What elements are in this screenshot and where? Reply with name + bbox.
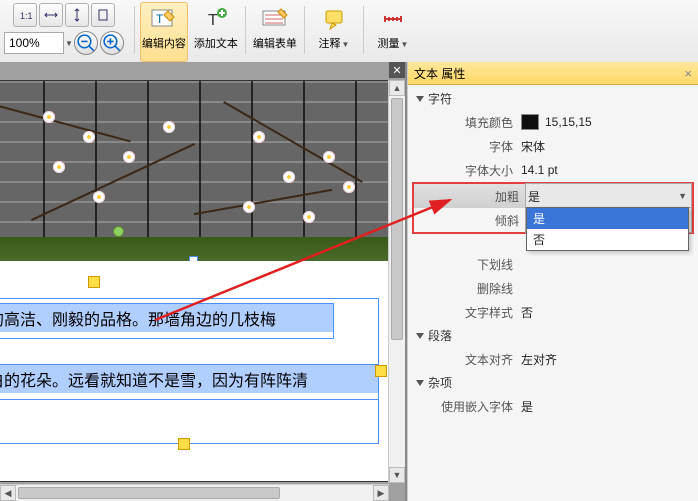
zoom-in-button[interactable] [100,31,124,55]
row-font[interactable]: 字体 宋体 [408,134,698,158]
row-bold-highlighted: 加粗 是▼ 倾斜 是 否 [412,182,694,234]
row-strikethrough[interactable]: 删除线 [408,276,698,300]
italic-dropdown[interactable]: 是 否 [526,207,689,251]
row-text-style[interactable]: 文字样式 否 [408,300,698,324]
document-page[interactable]: 的高洁、刚毅的品格。那墙角边的几枝梅 白的花朵。远看就知道不是雪，因为有阵阵清 [0,80,394,482]
row-bold[interactable]: 加粗 是▼ [414,184,692,208]
edit-form-label: 编辑表单 [253,35,297,51]
chevron-down-icon: ▼ [341,40,349,49]
text-properties-panel: 文本 属性 × 字符 填充颜色 15,15,15 字体 宋体 字体大小 14.1… [407,62,698,501]
svg-text:T: T [208,12,218,29]
properties-close-button[interactable]: × [684,66,692,81]
add-text-label: 添加文本 [194,35,238,51]
svg-text:1:1: 1:1 [20,11,32,21]
fit-actual-button[interactable]: 1:1 [13,3,37,27]
collapse-icon [416,333,424,339]
annotate-icon [319,5,349,33]
text-line-1: 的高洁、刚毅的品格。那墙角边的几枝梅 [0,304,333,332]
chevron-down-icon: ▼ [400,40,408,49]
section-paragraph[interactable]: 段落 [408,324,698,347]
row-italic[interactable]: 倾斜 是 否 [414,208,692,232]
annotate-button[interactable]: 注释▼ [310,2,358,62]
section-misc[interactable]: 杂项 [408,371,698,394]
row-font-size[interactable]: 字体大小 14.1 pt [408,158,698,182]
measure-label: 测量 [377,38,399,50]
color-swatch[interactable] [521,114,539,130]
collapse-icon [416,96,424,102]
add-text-button[interactable]: T 添加文本 [192,2,240,62]
properties-title: 文本 属性 [414,65,465,82]
text-box-1[interactable]: 的高洁、刚毅的品格。那墙角边的几枝梅 [0,303,334,339]
properties-title-bar: 文本 属性 × [408,62,698,85]
chevron-down-icon[interactable]: ▼ [678,191,687,201]
horizontal-scrollbar[interactable]: ◀ ▶ [0,484,389,501]
document-image[interactable] [0,81,393,261]
add-text-icon: T [201,5,231,33]
panel-close-button[interactable]: ✕ [389,62,405,78]
scroll-left-button[interactable]: ◀ [0,485,16,501]
document-area: ✕ 的高洁、刚毅的品格。那墙角边的几枝梅 [0,62,407,501]
fit-height-button[interactable] [65,3,89,27]
zoom-dropdown-icon[interactable]: ▼ [65,39,73,48]
scroll-down-button[interactable]: ▼ [389,467,405,483]
zoom-out-button[interactable] [74,31,98,55]
row-underline[interactable]: 下划线 [408,252,698,276]
edit-content-button[interactable]: T 编辑内容 [140,2,188,62]
row-alignment[interactable]: 文本对齐 左对齐 [408,347,698,371]
vertical-scrollbar[interactable]: ▲ ▼ [388,80,405,483]
scroll-up-button[interactable]: ▲ [389,80,405,96]
row-fill-color[interactable]: 填充颜色 15,15,15 [408,110,698,134]
edit-content-icon: T [149,5,179,33]
zoom-input[interactable] [4,32,64,54]
edit-form-button[interactable]: 编辑表单 [251,2,299,62]
measure-icon [378,5,408,33]
svg-text:T: T [156,12,164,26]
fit-width-button[interactable] [39,3,63,27]
ribbon-toolbar: 1:1 ▼ T 编辑内容 T 添加文本 编辑表单 注释▼ 测量▼ [0,0,698,67]
section-characters[interactable]: 字符 [408,87,698,110]
edit-content-label: 编辑内容 [142,35,186,51]
fit-page-button[interactable] [91,3,115,27]
collapse-icon [416,380,424,386]
annotate-label: 注释 [318,38,340,50]
text-box-2[interactable]: 白的花朵。远看就知道不是雪，因为有阵阵清 [0,364,379,400]
scroll-right-button[interactable]: ▶ [373,485,389,501]
text-line-2: 白的花朵。远看就知道不是雪，因为有阵阵清 [0,365,378,393]
measure-button[interactable]: 测量▼ [369,2,417,62]
edit-form-icon [260,5,290,33]
dropdown-option-yes[interactable]: 是 [527,208,688,229]
dropdown-option-no[interactable]: 否 [527,229,688,250]
row-embed-font[interactable]: 使用嵌入字体 是 [408,394,698,418]
